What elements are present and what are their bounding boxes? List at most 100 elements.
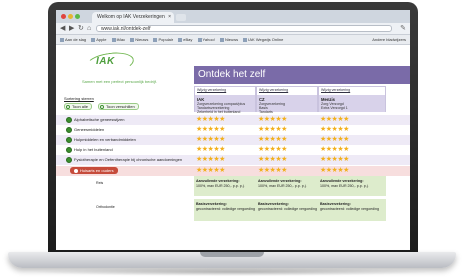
minimize-window-icon[interactable] xyxy=(68,14,73,19)
row-label-text: Hulpmiddelen en verbandmiddelen xyxy=(74,137,136,143)
browser-toolbar: ◀ ▶ ↻ ⌂ www.iak.nl/ontdek-zelf ✎ xyxy=(56,23,410,35)
address-bar[interactable]: www.iak.nl/ontdek-zelf xyxy=(96,25,392,32)
highlighted-row[interactable]: Huisarts en ouders ★★★★★ ★★★★★ ★★★★★ xyxy=(56,166,410,176)
iak-logo[interactable]: IAK xyxy=(96,56,115,67)
detail-cell: Basisverzekering: gecontracteerd: volled… xyxy=(194,199,256,221)
bookmark-item[interactable]: Populair xyxy=(153,35,173,44)
other-bookmarks[interactable]: Andere bladwijzers xyxy=(372,35,406,44)
bookmark-icon xyxy=(243,37,248,42)
detail-cell: Aanvullende verzekering: 100%, max EUR 2… xyxy=(318,176,386,196)
bookmark-item[interactable]: Nieuws xyxy=(220,35,238,44)
row-label-text: Fysiotherapie en Oefentherapie bij chron… xyxy=(74,157,183,163)
rating-stars: ★★★★★ xyxy=(258,126,287,133)
bookmark-icon xyxy=(220,37,225,42)
detail-label: Orthodontie xyxy=(96,205,115,209)
toon-alle-button[interactable]: Toon alle xyxy=(64,103,93,110)
bookmark-item[interactable]: Nieuws xyxy=(130,35,148,44)
row-label: Hulp in het buitenland xyxy=(66,147,113,153)
row-label: Hulpmiddelen en verbandmiddelen xyxy=(66,137,136,143)
desc-line: Zekerheid in het buitenland xyxy=(197,110,241,114)
insurer-column-3: Wijzig verzekering Menzis Zorg Verzorgd … xyxy=(318,86,386,112)
row-label-text: Alphabetische geneeswijzen xyxy=(74,117,125,123)
table-row[interactable]: Hulpmiddelen en verbandmiddelen ★★★★★ ★★… xyxy=(56,135,410,145)
table-row[interactable]: Fysiotherapie en Oefentherapie bij chron… xyxy=(56,155,410,165)
laptop-notch xyxy=(200,252,264,257)
rating-stars: ★★★★★ xyxy=(196,156,225,163)
table-row[interactable]: Hulp in het buitenland ★★★★★ ★★★★★ ★★★★★ xyxy=(56,145,410,155)
detail-title: Aanvullende verzekering: xyxy=(258,179,302,183)
bookmark-icon xyxy=(91,37,96,42)
bookmark-icon xyxy=(153,37,158,42)
compare-header: Ontdek het zelf xyxy=(194,66,410,84)
detail-line: 100%, max EUR 250,- p.p. p.j. xyxy=(258,184,307,188)
detail-title: Basisverzekering: xyxy=(196,202,227,206)
expand-icon[interactable] xyxy=(66,117,72,123)
table-row[interactable]: Alphabetische geneeswijzen ★★★★★ ★★★★★ ★… xyxy=(56,115,410,125)
insurer-description: Zorgverzekering compact/plus Tandartsver… xyxy=(197,102,245,114)
rating-stars: ★★★★★ xyxy=(258,156,287,163)
toon-verschillen-button[interactable]: Toon verschillen xyxy=(98,103,139,110)
close-window-icon[interactable] xyxy=(61,14,66,19)
row-label-text: Hulp in het buitenland xyxy=(74,147,113,153)
rating-stars: ★★★★★ xyxy=(258,146,287,153)
new-tab-button[interactable] xyxy=(176,14,186,21)
expand-icon[interactable] xyxy=(66,147,72,153)
reload-icon[interactable]: ↻ xyxy=(78,24,84,33)
change-insurance-link[interactable]: Wijzig verzekering xyxy=(197,88,226,92)
row-label-text: Geneesmiddelen xyxy=(74,127,105,133)
expand-icon[interactable] xyxy=(66,157,72,163)
rating-stars: ★★★★★ xyxy=(196,116,225,123)
bookmark-icon xyxy=(130,37,135,42)
home-icon[interactable]: ⌂ xyxy=(87,24,91,33)
change-insurance-link[interactable]: Wijzig verzekering xyxy=(321,88,350,92)
subcategory-button[interactable]: Huisarts en ouders xyxy=(70,167,118,174)
bookmark-item[interactable]: iMac xyxy=(111,35,125,44)
button-label: Toon alle xyxy=(72,104,89,109)
detail-line: 100%, max EUR 250,- p.p. p.j. xyxy=(196,184,245,188)
detail-title: Aanvullende verzekering: xyxy=(320,179,364,183)
page-title: Ontdek het zelf xyxy=(198,69,266,80)
table-row[interactable]: Geneesmiddelen ★★★★★ ★★★★★ ★★★★★ xyxy=(56,125,410,135)
web-page: IAK Samen met een perfect persoonlijk be… xyxy=(56,45,410,250)
detail-line: 100%, max EUR 250,- p.p. p.j. xyxy=(320,184,369,188)
rating-stars: ★★★★★ xyxy=(320,116,349,123)
rating-stars: ★★★★★ xyxy=(196,136,225,143)
expand-icon[interactable] xyxy=(66,127,72,133)
bookmark-icon xyxy=(111,37,116,42)
detail-cell: Aanvullende verzekering: 100%, max EUR 2… xyxy=(194,176,256,196)
tagline: Samen met een perfect persoonlijk bedrij… xyxy=(82,79,157,84)
bookmark-item[interactable]: Aan de slag xyxy=(60,35,86,44)
bookmark-item[interactable]: Apple xyxy=(91,35,107,44)
detail-cell: Basisverzekering: gecontracteerd: volled… xyxy=(318,199,386,221)
browser-tab[interactable]: Welkom op IAK Verzekeringen × xyxy=(92,12,174,23)
expand-icon[interactable] xyxy=(66,137,72,143)
bookmark-item[interactable]: IAK Wegwijs Online xyxy=(243,35,283,44)
bookmark-icon xyxy=(60,37,64,42)
bookmark-item[interactable]: eBay xyxy=(178,35,192,44)
bookmark-icon xyxy=(178,37,183,42)
collapse-icon xyxy=(74,168,78,173)
tab-close-icon[interactable]: × xyxy=(168,12,171,23)
detail-line: gecontracteerd: volledige vergoeding xyxy=(196,207,255,211)
rating-stars: ★★★★★ xyxy=(258,136,287,143)
rating-stars: ★★★★★ xyxy=(258,116,287,123)
bookmark-item[interactable]: Yahoo! xyxy=(197,35,215,44)
sort-label[interactable]: Sortering sterren xyxy=(64,96,94,101)
subcategory-label: Huisarts en ouders xyxy=(80,168,114,173)
rating-stars: ★★★★★ xyxy=(320,146,349,153)
desc-line: Extra Verzorgd 1 xyxy=(321,106,348,110)
change-insurance-link[interactable]: Wijzig verzekering xyxy=(259,88,288,92)
detail-line: gecontracteerd: volledige vergoeding xyxy=(258,207,317,211)
back-icon[interactable]: ◀ xyxy=(60,24,65,33)
forward-icon[interactable]: ▶ xyxy=(69,24,74,33)
insurer-column-2: Wijzig verzekering CZ Zorgverzekering Ba… xyxy=(256,86,318,114)
detail-line: gecontracteerd: volledige vergoeding xyxy=(320,207,379,211)
detail-title: Basisverzekering: xyxy=(258,202,289,206)
wrench-icon[interactable]: ✎ xyxy=(400,24,406,33)
rating-stars: ★★★★★ xyxy=(320,136,349,143)
button-label: Toon verschillen xyxy=(106,104,135,109)
zoom-window-icon[interactable] xyxy=(75,14,80,19)
radio-icon xyxy=(66,104,70,109)
rating-stars: ★★★★★ xyxy=(258,167,287,174)
detail-cell: Aanvullende verzekering: 100%, max EUR 2… xyxy=(256,176,318,196)
